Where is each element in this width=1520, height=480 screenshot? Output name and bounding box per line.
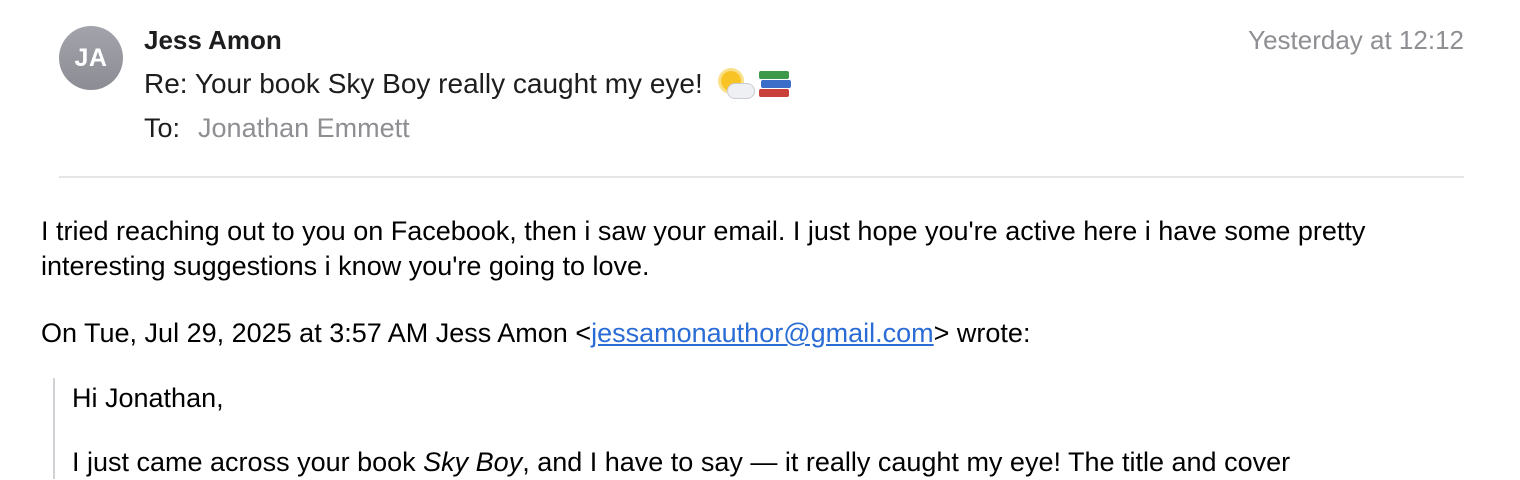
to-label: To: <box>144 113 181 143</box>
quote-line-prefix: I just came across your book <box>72 447 424 477</box>
book-title: Sky Boy <box>423 447 523 477</box>
quote-intro-suffix: > wrote: <box>933 318 1031 348</box>
message-header: JA Jess Amon Yesterday at 12:12 Re: Your… <box>0 0 1520 178</box>
quote-intro-prefix: On Tue, Jul 29, 2025 at 3:57 AM Jess Amo… <box>41 318 592 348</box>
recipient-name[interactable]: Jonathan Emmett <box>198 111 410 145</box>
quoted-message: Hi Jonathan, I just came across your boo… <box>53 378 1495 479</box>
message-date: Yesterday at 12:12 <box>1248 25 1464 55</box>
sun-behind-cloud-icon <box>715 67 755 101</box>
quote-attribution: On Tue, Jul 29, 2025 at 3:57 AM Jess Amo… <box>41 316 1030 351</box>
message-body: I tried reaching out to you on Facebook,… <box>41 214 1481 284</box>
sender-email-link[interactable]: jessamonauthor@gmail.com <box>591 318 934 348</box>
books-icon <box>757 68 791 100</box>
subject-text: Re: Your book Sky Boy really caught my e… <box>144 68 703 99</box>
message-subject: Re: Your book Sky Boy really caught my e… <box>144 66 791 102</box>
avatar-initials: JA <box>74 43 108 72</box>
quote-line-suffix: , and I have to say — it really caught m… <box>522 447 1291 477</box>
avatar: JA <box>59 26 123 90</box>
header-divider <box>59 176 1464 178</box>
quote-paragraph: I just came across your book Sky Boy, an… <box>72 445 1290 480</box>
quote-greeting: Hi Jonathan, <box>72 383 224 413</box>
recipient-row: To: Jonathan Emmett <box>144 111 410 145</box>
body-paragraph: I tried reaching out to you on Facebook,… <box>41 216 1366 281</box>
sender-name[interactable]: Jess Amon <box>144 24 282 56</box>
